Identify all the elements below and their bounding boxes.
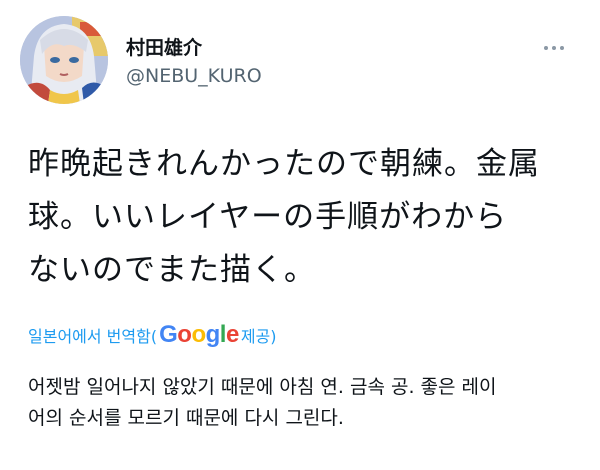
user-handle[interactable]: @NEBU_KURO xyxy=(126,64,262,88)
avatar-illustration-icon xyxy=(20,16,108,104)
translation-attribution[interactable]: 일본어에서 번역함( Google 제공) xyxy=(28,320,277,350)
tweet-text-line: 昨晩起きれんかったので朝練。金属 xyxy=(28,146,540,182)
display-name[interactable]: 村田雄介 xyxy=(126,36,262,60)
translated-text: 어젯밤 일어나지 않았기 때문에 아침 연. 금속 공. 좋은 레이 어의 순서… xyxy=(28,372,576,434)
google-logo: Google xyxy=(159,321,239,348)
tweet-text-line: ないのでまた描く。 xyxy=(28,252,316,288)
translated-text-line: 어의 순서를 모르기 때문에 다시 그린다. xyxy=(28,407,344,429)
tweet-header: 村田雄介 @NEBU_KURO xyxy=(20,16,580,106)
translation-suffix: 제공) xyxy=(240,327,277,346)
more-options-icon[interactable] xyxy=(534,38,574,58)
tweet-text-line: 球。いいレイヤーの手順がわから xyxy=(28,199,508,235)
translation-prefix: 일본어에서 번역함( xyxy=(28,327,158,346)
user-info: 村田雄介 @NEBU_KURO xyxy=(126,36,262,88)
avatar[interactable] xyxy=(20,16,108,104)
translated-text-line: 어젯밤 일어나지 않았기 때문에 아침 연. 금속 공. 좋은 레이 xyxy=(28,376,497,398)
tweet-text: 昨晩起きれんかったので朝練。金属 球。いいレイヤーの手順がわから ないのでまた描… xyxy=(28,138,576,297)
